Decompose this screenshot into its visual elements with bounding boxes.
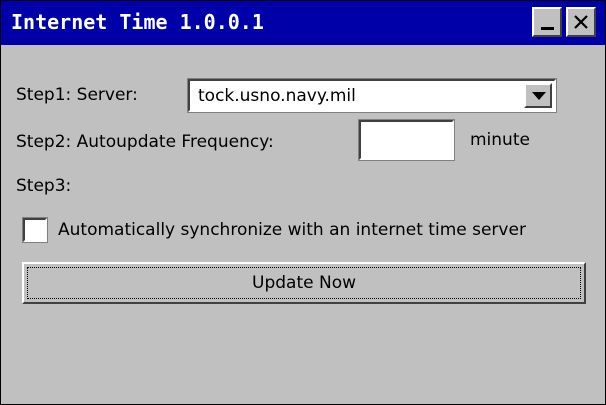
auto-sync-checkbox[interactable] <box>22 217 48 243</box>
server-value: tock.usno.navy.mil <box>198 86 356 106</box>
update-now-label: Update Now <box>27 267 581 299</box>
step2-label: Step2: Autoupdate Frequency: <box>16 132 274 152</box>
step3-label: Step3: <box>16 176 72 196</box>
auto-sync-label[interactable]: Automatically synchronize with an intern… <box>58 220 526 240</box>
close-icon <box>574 15 588 29</box>
internet-time-window: Internet Time 1.0.0.1 Step1: Server: toc… <box>0 0 606 405</box>
dropdown-button[interactable] <box>524 83 552 108</box>
window-title: Internet Time 1.0.0.1 <box>11 10 264 34</box>
frequency-input[interactable] <box>358 119 455 161</box>
server-dropdown[interactable]: tock.usno.navy.mil <box>187 78 557 113</box>
frequency-unit-label: minute <box>470 130 530 150</box>
chevron-down-icon <box>532 92 546 100</box>
update-now-button[interactable]: Update Now <box>22 262 586 304</box>
minimize-icon <box>541 27 554 30</box>
minimize-button[interactable] <box>532 7 562 37</box>
step1-label: Step1: Server: <box>16 85 138 105</box>
close-button[interactable] <box>566 7 596 37</box>
title-bar[interactable]: Internet Time 1.0.0.1 <box>1 1 605 45</box>
